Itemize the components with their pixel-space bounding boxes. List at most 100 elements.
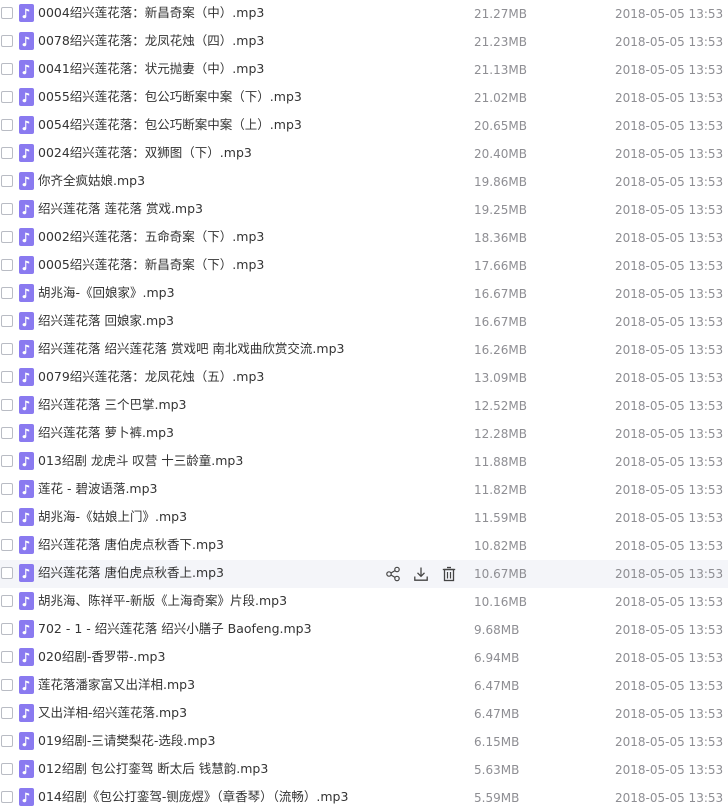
- file-name[interactable]: 0024绍兴莲花落：双狮图（下）.mp3: [38, 145, 252, 161]
- music-file-icon: [19, 368, 34, 386]
- file-name[interactable]: 0002绍兴莲花落：五命奇案（下）.mp3: [38, 229, 264, 245]
- file-name[interactable]: 胡兆海-《姑娘上门》.mp3: [38, 509, 187, 525]
- row-checkbox[interactable]: [1, 623, 13, 635]
- file-row[interactable]: 绍兴莲花落 唐伯虎点秋香上.mp3 10.67MB 2018-05-05 13:53: [0, 560, 728, 588]
- row-checkbox[interactable]: [1, 539, 13, 551]
- row-checkbox[interactable]: [1, 315, 13, 327]
- file-row[interactable]: 绍兴莲花落 回娘家.mp3 16.67MB 2018-05-05 13:53: [0, 308, 728, 336]
- music-file-icon: [19, 200, 34, 218]
- file-name[interactable]: 0054绍兴莲花落：包公巧断案中案（上）.mp3: [38, 117, 302, 133]
- row-checkbox[interactable]: [1, 119, 13, 131]
- row-checkbox[interactable]: [1, 259, 13, 271]
- music-file-icon: [19, 452, 34, 470]
- file-row[interactable]: 绍兴莲花落 唐伯虎点秋香下.mp3 10.82MB 2018-05-05 13:53: [0, 532, 728, 560]
- file-row[interactable]: 绍兴莲花落 三个巴掌.mp3 12.52MB 2018-05-05 13:53: [0, 392, 728, 420]
- file-row[interactable]: 你齐全疯姑娘.mp3 19.86MB 2018-05-05 13:53: [0, 168, 728, 196]
- file-row[interactable]: 702 - 1 - 绍兴莲花落 绍兴小膳子 Baofeng.mp3 9.68MB 2…: [0, 616, 728, 644]
- file-name[interactable]: 0005绍兴莲花落：新昌奇案（下）.mp3: [38, 257, 264, 273]
- file-row[interactable]: 又出洋相-绍兴莲花落.mp3 6.47MB 2018-05-05 13:53: [0, 700, 728, 728]
- file-date: 2018-05-05 13:53: [615, 35, 724, 49]
- file-row[interactable]: 0005绍兴莲花落：新昌奇案（下）.mp3 17.66MB 2018-05-05 1…: [0, 252, 728, 280]
- file-name[interactable]: 019绍剧-三请樊梨花-选段.mp3: [38, 733, 215, 749]
- file-row[interactable]: 胡兆海-《回娘家》.mp3 16.67MB 2018-05-05 13:53: [0, 280, 728, 308]
- row-checkbox[interactable]: [1, 763, 13, 775]
- row-checkbox[interactable]: [1, 707, 13, 719]
- file-name[interactable]: 0078绍兴莲花落：龙凤花烛（四）.mp3: [38, 33, 264, 49]
- file-name[interactable]: 702 - 1 - 绍兴莲花落 绍兴小膳子 Baofeng.mp3: [38, 621, 312, 637]
- file-name[interactable]: 绍兴莲花落 唐伯虎点秋香下.mp3: [38, 537, 224, 553]
- row-checkbox[interactable]: [1, 35, 13, 47]
- file-row[interactable]: 020绍剧-香罗带-.mp3 6.94MB 2018-05-05 13:53: [0, 644, 728, 672]
- file-name[interactable]: 绍兴莲花落 萝卜裤.mp3: [38, 425, 174, 441]
- row-checkbox[interactable]: [1, 343, 13, 355]
- file-row[interactable]: 绍兴莲花落 绍兴莲花落 赏戏吧 南北戏曲欣赏交流.mp3 16.26MB 2018-…: [0, 336, 728, 364]
- file-name[interactable]: 020绍剧-香罗带-.mp3: [38, 649, 165, 665]
- row-checkbox[interactable]: [1, 91, 13, 103]
- file-row[interactable]: 019绍剧-三请樊梨花-选段.mp3 6.15MB 2018-05-05 13:53: [0, 728, 728, 756]
- file-date: 2018-05-05 13:53: [615, 343, 724, 357]
- file-row[interactable]: 绍兴莲花落 萝卜裤.mp3 12.28MB 2018-05-05 13:53: [0, 420, 728, 448]
- row-checkbox[interactable]: [1, 371, 13, 383]
- row-checkbox[interactable]: [1, 567, 13, 579]
- row-checkbox[interactable]: [1, 511, 13, 523]
- file-name[interactable]: 莲花 - 碧波语落.mp3: [38, 481, 158, 497]
- row-checkbox[interactable]: [1, 7, 13, 19]
- file-name[interactable]: 绍兴莲花落 三个巴掌.mp3: [38, 397, 187, 413]
- file-name[interactable]: 0004绍兴莲花落：新昌奇案（中）.mp3: [38, 5, 264, 21]
- file-row[interactable]: 0078绍兴莲花落：龙凤花烛（四）.mp3 21.23MB 2018-05-05 1…: [0, 28, 728, 56]
- music-file-icon: [19, 284, 34, 302]
- file-row[interactable]: 013绍剧 龙虎斗 叹营 十三龄童.mp3 11.88MB 2018-05-05 1…: [0, 448, 728, 476]
- file-size: 21.27MB: [474, 7, 527, 21]
- row-checkbox[interactable]: [1, 399, 13, 411]
- file-row[interactable]: 014绍剧《包公打銮驾-铡庞煜》（章香琴）（流畅）.mp3 5.59MB 2018-…: [0, 784, 728, 808]
- file-row[interactable]: 0055绍兴莲花落：包公巧断案中案（下）.mp3 21.02MB 2018-05-0…: [0, 84, 728, 112]
- file-row[interactable]: 胡兆海、陈祥平-新版《上海奇案》片段.mp3 10.16MB 2018-05-05 …: [0, 588, 728, 616]
- file-date: 2018-05-05 13:53: [615, 399, 724, 413]
- file-name[interactable]: 012绍剧 包公打銮驾 断太后 钱慧韵.mp3: [38, 761, 268, 777]
- file-name[interactable]: 绍兴莲花落 回娘家.mp3: [38, 313, 174, 329]
- file-row[interactable]: 0024绍兴莲花落：双狮图（下）.mp3 20.40MB 2018-05-05 13…: [0, 140, 728, 168]
- row-checkbox[interactable]: [1, 483, 13, 495]
- file-name[interactable]: 绍兴莲花落 莲花落 赏戏.mp3: [38, 201, 203, 217]
- file-name[interactable]: 0079绍兴莲花落：龙凤花烛（五）.mp3: [38, 369, 264, 385]
- file-name[interactable]: 莲花落潘家富又出洋相.mp3: [38, 677, 195, 693]
- row-checkbox[interactable]: [1, 203, 13, 215]
- delete-icon[interactable]: [440, 563, 458, 585]
- file-row[interactable]: 0054绍兴莲花落：包公巧断案中案（上）.mp3 20.65MB 2018-05-0…: [0, 112, 728, 140]
- file-row[interactable]: 胡兆海-《姑娘上门》.mp3 11.59MB 2018-05-05 13:53: [0, 504, 728, 532]
- file-row[interactable]: 莲花 - 碧波语落.mp3 11.82MB 2018-05-05 13:53: [0, 476, 728, 504]
- file-row[interactable]: 绍兴莲花落 莲花落 赏戏.mp3 19.25MB 2018-05-05 13:53: [0, 196, 728, 224]
- file-name[interactable]: 绍兴莲花落 绍兴莲花落 赏戏吧 南北戏曲欣赏交流.mp3: [38, 341, 344, 357]
- share-icon[interactable]: [384, 563, 402, 585]
- download-icon[interactable]: [412, 563, 430, 585]
- row-checkbox[interactable]: [1, 791, 13, 803]
- file-row[interactable]: 0004绍兴莲花落：新昌奇案（中）.mp3 21.27MB 2018-05-05 1…: [0, 0, 728, 28]
- file-name[interactable]: 0055绍兴莲花落：包公巧断案中案（下）.mp3: [38, 89, 302, 105]
- file-row[interactable]: 012绍剧 包公打銮驾 断太后 钱慧韵.mp3 5.63MB 2018-05-05 …: [0, 756, 728, 784]
- row-checkbox[interactable]: [1, 651, 13, 663]
- file-row[interactable]: 莲花落潘家富又出洋相.mp3 6.47MB 2018-05-05 13:53: [0, 672, 728, 700]
- file-row[interactable]: 0002绍兴莲花落：五命奇案（下）.mp3 18.36MB 2018-05-05 1…: [0, 224, 728, 252]
- music-file-icon: [19, 760, 34, 778]
- file-name[interactable]: 胡兆海、陈祥平-新版《上海奇案》片段.mp3: [38, 593, 287, 609]
- row-checkbox[interactable]: [1, 287, 13, 299]
- row-checkbox[interactable]: [1, 735, 13, 747]
- music-file-icon: [19, 228, 34, 246]
- file-row[interactable]: 0041绍兴莲花落：状元抛妻（中）.mp3 21.13MB 2018-05-05 1…: [0, 56, 728, 84]
- row-checkbox[interactable]: [1, 175, 13, 187]
- row-checkbox[interactable]: [1, 455, 13, 467]
- file-name[interactable]: 013绍剧 龙虎斗 叹营 十三龄童.mp3: [38, 453, 243, 469]
- row-checkbox[interactable]: [1, 63, 13, 75]
- row-checkbox[interactable]: [1, 595, 13, 607]
- row-checkbox[interactable]: [1, 231, 13, 243]
- row-checkbox[interactable]: [1, 427, 13, 439]
- file-name[interactable]: 又出洋相-绍兴莲花落.mp3: [38, 705, 187, 721]
- file-name[interactable]: 胡兆海-《回娘家》.mp3: [38, 285, 175, 301]
- file-row[interactable]: 0079绍兴莲花落：龙凤花烛（五）.mp3 13.09MB 2018-05-05 1…: [0, 364, 728, 392]
- file-name[interactable]: 014绍剧《包公打銮驾-铡庞煜》（章香琴）（流畅）.mp3: [38, 789, 348, 805]
- row-checkbox[interactable]: [1, 147, 13, 159]
- file-name[interactable]: 你齐全疯姑娘.mp3: [38, 173, 145, 189]
- row-checkbox[interactable]: [1, 679, 13, 691]
- file-name[interactable]: 绍兴莲花落 唐伯虎点秋香上.mp3: [38, 565, 224, 581]
- file-name[interactable]: 0041绍兴莲花落：状元抛妻（中）.mp3: [38, 61, 264, 77]
